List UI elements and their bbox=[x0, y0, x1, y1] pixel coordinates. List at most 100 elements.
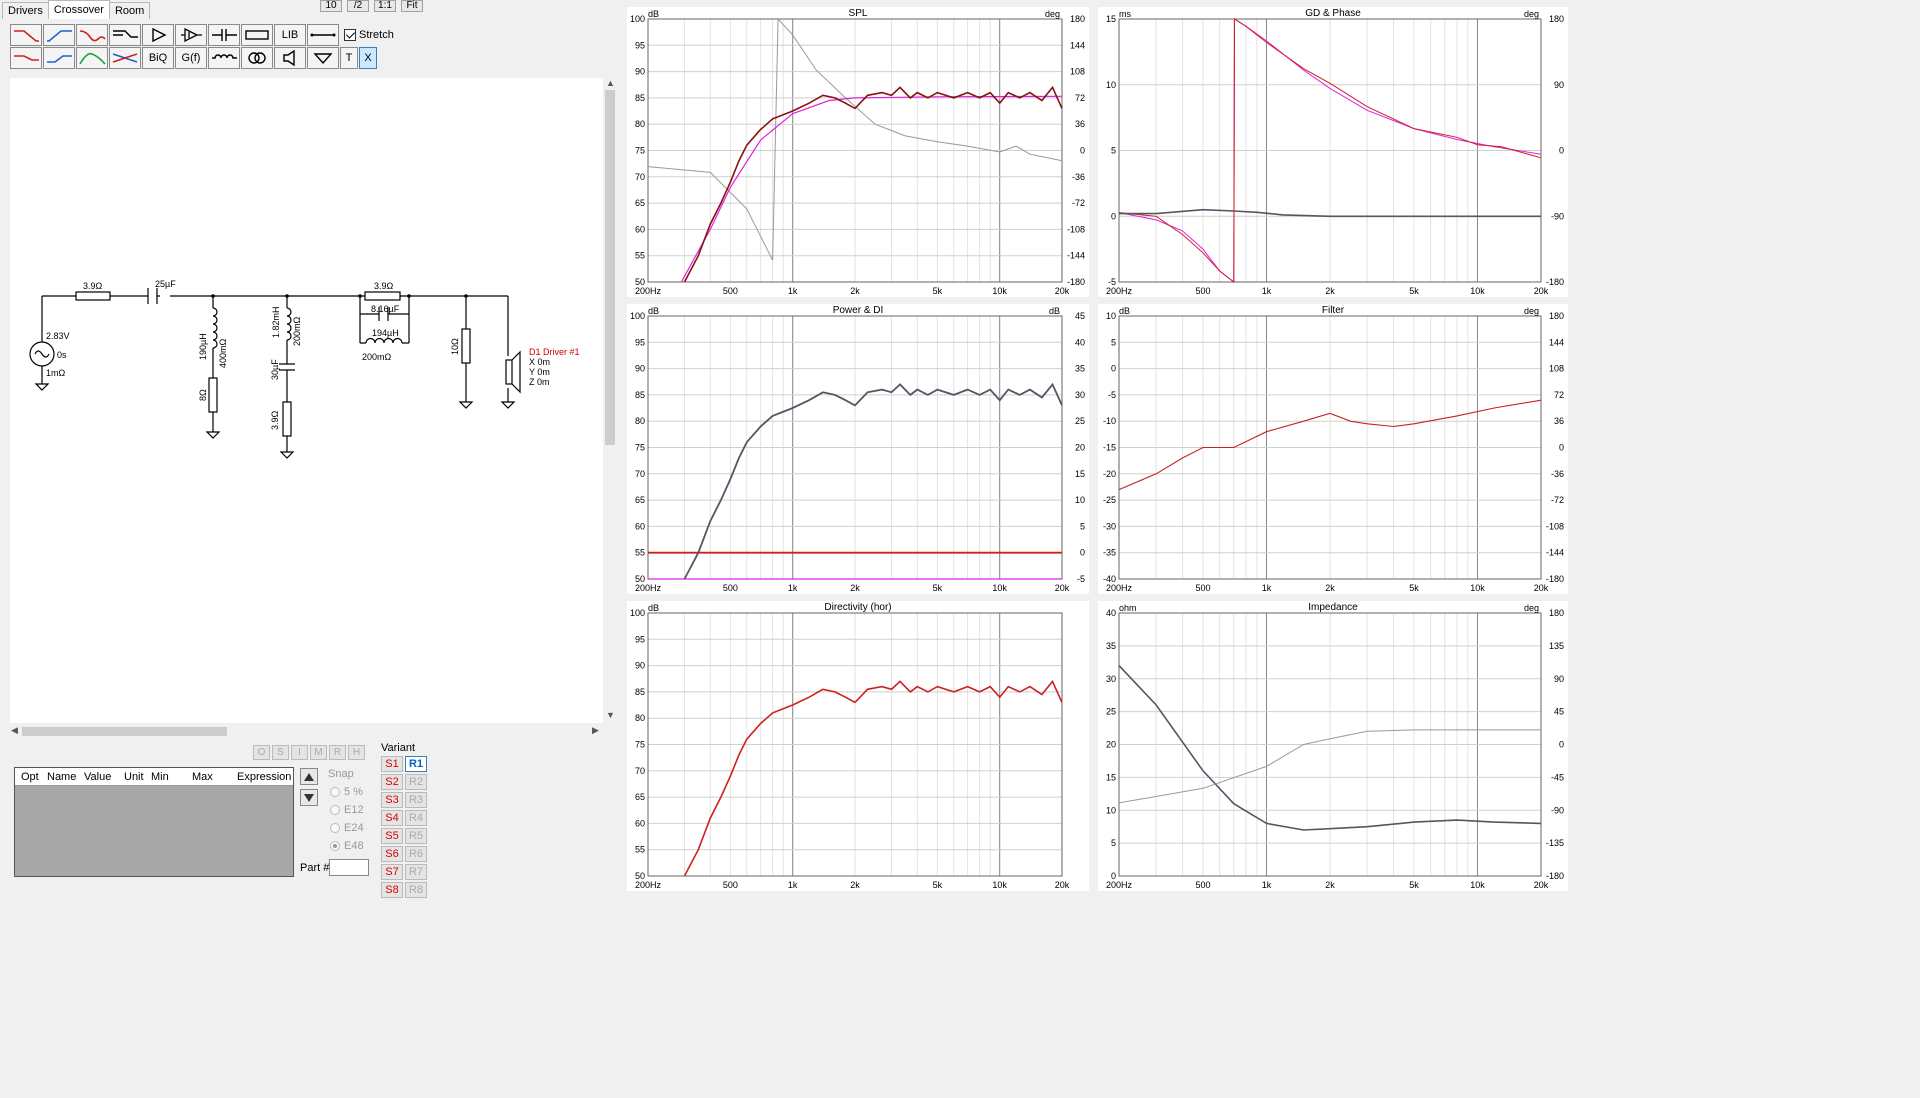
right-tick-label: 25 bbox=[1075, 416, 1085, 426]
x-tick-label: 10k bbox=[992, 286, 1007, 296]
opt-m-button[interactable]: M bbox=[310, 745, 327, 760]
variant-s5-button[interactable]: S5 bbox=[381, 828, 403, 844]
tab-drivers[interactable]: Drivers bbox=[2, 2, 49, 19]
snap-e48-radio[interactable]: E48 bbox=[330, 840, 364, 852]
opt-h-button[interactable]: H bbox=[348, 745, 365, 760]
x-tick-label: 10k bbox=[1470, 286, 1485, 296]
variant-label: Variant bbox=[381, 742, 416, 754]
variant-r1-button[interactable]: R1 bbox=[405, 756, 427, 772]
schematic-canvas[interactable]: 2.83V 0s 1mΩ 3.9Ω 25µF 190µH 400mΩ 8Ω 1.… bbox=[10, 78, 603, 723]
power-di-graph[interactable]: 100 45 95 40 90 35 85 30 80 25 75 20 70 15 65 10 60 5 55 0 5… bbox=[627, 304, 1089, 594]
tab-crossover[interactable]: Crossover bbox=[47, 0, 110, 19]
snap-e12-radio[interactable]: E12 bbox=[330, 804, 364, 816]
vertical-scrollbar[interactable]: ▲ ▼ bbox=[603, 78, 617, 723]
bandpass-green-icon[interactable] bbox=[76, 47, 108, 69]
left-tick-label: 70 bbox=[635, 766, 645, 776]
x-tick-label: 1k bbox=[788, 583, 798, 593]
shelf-icon[interactable] bbox=[109, 24, 141, 46]
opt-i-button[interactable]: I bbox=[291, 745, 308, 760]
stretch-checkbox[interactable]: Stretch bbox=[344, 24, 394, 46]
variant-r6-button[interactable]: R6 bbox=[405, 846, 427, 862]
library-button[interactable]: LIB bbox=[274, 24, 306, 46]
variant-r5-button[interactable]: R5 bbox=[405, 828, 427, 844]
buffer-icon[interactable] bbox=[142, 24, 174, 46]
text-tool-button[interactable]: T bbox=[340, 47, 358, 69]
source-resistance-label: 1mΩ bbox=[46, 368, 66, 378]
graph-title: Directivity (hor) bbox=[824, 602, 891, 613]
horizontal-scrollbar[interactable]: ◀ ▶ bbox=[10, 724, 603, 738]
variant-s1-button[interactable]: S1 bbox=[381, 756, 403, 772]
parameter-table[interactable]: Opt Name Value Unit Min Max Expression bbox=[14, 767, 294, 877]
column-max[interactable]: Max bbox=[192, 771, 213, 783]
ground-icon[interactable] bbox=[307, 47, 339, 69]
variant-s7-button[interactable]: S7 bbox=[381, 864, 403, 880]
variant-s6-button[interactable]: S6 bbox=[381, 846, 403, 862]
variant-r2-button[interactable]: R2 bbox=[405, 774, 427, 790]
zoom-10-button[interactable]: 10 bbox=[320, 0, 342, 12]
snap-5pct-radio[interactable]: 5 % bbox=[330, 786, 364, 798]
scroll-thumb[interactable] bbox=[605, 90, 615, 445]
column-name[interactable]: Name bbox=[47, 771, 76, 783]
bandpass-icon[interactable] bbox=[76, 24, 108, 46]
inductor-icon[interactable] bbox=[208, 47, 240, 69]
highpass-icon[interactable] bbox=[43, 24, 75, 46]
column-value[interactable]: Value bbox=[84, 771, 111, 783]
wire-icon[interactable] bbox=[307, 24, 339, 46]
speaker-icon[interactable] bbox=[274, 47, 306, 69]
snap-e24-radio[interactable]: E24 bbox=[330, 822, 364, 834]
column-unit[interactable]: Unit bbox=[124, 771, 144, 783]
scroll-right-icon[interactable]: ▶ bbox=[592, 725, 599, 736]
column-expression[interactable]: Expression bbox=[237, 771, 291, 783]
transfer-function-button[interactable]: G(f) bbox=[175, 47, 207, 69]
x-tick-label: 2k bbox=[850, 583, 860, 593]
part-number-input[interactable] bbox=[329, 859, 369, 876]
right-tick-label: -72 bbox=[1551, 495, 1564, 505]
variant-r3-button[interactable]: R3 bbox=[405, 792, 427, 808]
lowpass-icon[interactable] bbox=[10, 24, 42, 46]
spl-graph[interactable]: 100 180 95 144 90 108 85 72 80 36 75 0 70 -36 65 -72 60 -… bbox=[627, 7, 1089, 297]
right-unit-label: deg bbox=[1524, 603, 1539, 613]
scroll-thumb-horizontal[interactable] bbox=[22, 727, 227, 736]
zoom-1to1-button[interactable]: 1:1 bbox=[374, 0, 396, 12]
resistor-icon[interactable] bbox=[241, 24, 273, 46]
variant-r8-button[interactable]: R8 bbox=[405, 882, 427, 898]
biquad-button[interactable]: BiQ bbox=[142, 47, 174, 69]
variant-s4-button[interactable]: S4 bbox=[381, 810, 403, 826]
variant-s2-button[interactable]: S2 bbox=[381, 774, 403, 790]
x-tick-label: 200Hz bbox=[635, 880, 662, 890]
variant-s8-button[interactable]: S8 bbox=[381, 882, 403, 898]
l3-resistance-label: 200mΩ bbox=[362, 352, 392, 362]
source-delay-label: 0s bbox=[57, 350, 67, 360]
opt-s-button[interactable]: S bbox=[272, 745, 289, 760]
column-min[interactable]: Min bbox=[151, 771, 169, 783]
opt-o-button[interactable]: O bbox=[253, 745, 270, 760]
scroll-left-icon[interactable]: ◀ bbox=[11, 725, 18, 736]
capacitor-icon[interactable] bbox=[208, 24, 240, 46]
x-tick-label: 200Hz bbox=[1106, 880, 1133, 890]
scroll-down-icon[interactable]: ▼ bbox=[606, 710, 615, 720]
gd-phase-graph[interactable]: 15 180 10 90 5 0 0 -90 -5 -180 200Hz 500 1k 2k 5k 10k 20… bbox=[1098, 7, 1568, 297]
lowpass-red-icon[interactable] bbox=[10, 47, 42, 69]
zoom-fit-button[interactable]: Fit bbox=[401, 0, 423, 12]
move-up-button[interactable] bbox=[300, 768, 318, 785]
move-down-button[interactable] bbox=[300, 789, 318, 806]
directivity-graph[interactable]: 100 95 90 85 80 75 70 65 60 55 50 200Hz 500 1k 2k 5k 10k… bbox=[627, 601, 1089, 891]
transformer-icon[interactable] bbox=[241, 47, 273, 69]
scroll-up-icon[interactable]: ▲ bbox=[606, 78, 615, 88]
variant-r4-button[interactable]: R4 bbox=[405, 810, 427, 826]
zoom-half-button[interactable]: /2 bbox=[347, 0, 369, 12]
impedance-graph[interactable]: 40 180 35 135 30 90 25 45 20 0 15 -45 10 -90 5 -135 0 -18… bbox=[1098, 601, 1568, 891]
filter-graph[interactable]: 10 180 5 144 0 108 -5 72 -10 36 -15 0 -20 -36 -25 -72 -3… bbox=[1098, 304, 1568, 594]
crossover-icon[interactable] bbox=[109, 47, 141, 69]
tab-room[interactable]: Room bbox=[108, 2, 151, 19]
variant-r7-button[interactable]: R7 bbox=[405, 864, 427, 880]
right-tick-label: 0 bbox=[1559, 443, 1564, 453]
right-tick-label: 108 bbox=[1070, 67, 1085, 77]
opt-r-button[interactable]: R bbox=[329, 745, 346, 760]
opamp-icon[interactable] bbox=[175, 24, 207, 46]
column-opt[interactable]: Opt bbox=[21, 771, 39, 783]
delete-tool-button[interactable]: X bbox=[359, 47, 377, 69]
highpass-blue-icon[interactable] bbox=[43, 47, 75, 69]
left-tick-label: 95 bbox=[635, 634, 645, 644]
variant-s3-button[interactable]: S3 bbox=[381, 792, 403, 808]
